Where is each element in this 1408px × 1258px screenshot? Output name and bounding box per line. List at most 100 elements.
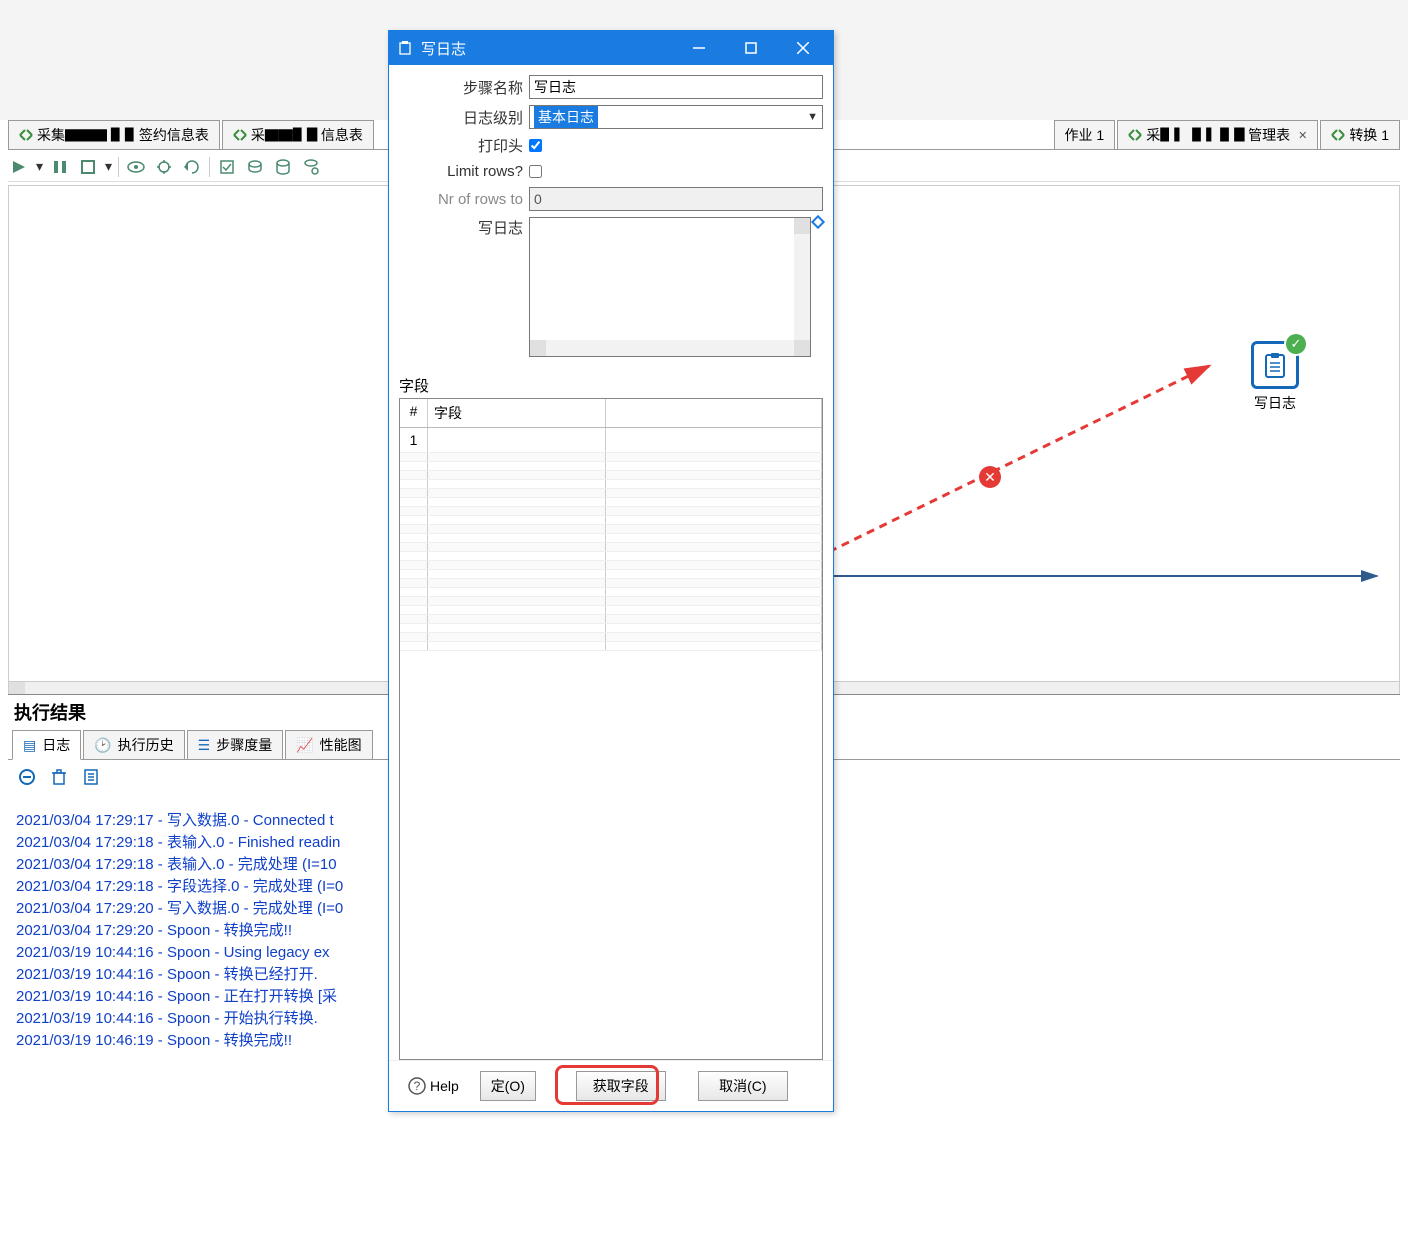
clear-log-icon[interactable] <box>48 766 70 788</box>
nr-rows-label: Nr of rows to <box>399 191 529 208</box>
preview-icon[interactable] <box>125 156 147 178</box>
tab-step-metrics[interactable]: ☰ 步骤度量 <box>187 730 284 759</box>
debug-icon[interactable] <box>153 156 175 178</box>
tab-item-5[interactable]: 转换 1 <box>1320 120 1400 149</box>
get-fields-label: 获取字段 <box>593 1078 649 1094</box>
variable-helper-icon[interactable] <box>811 215 825 229</box>
chevron-down-icon: ▼ <box>807 111 818 123</box>
table-row[interactable] <box>400 498 822 507</box>
dialog-title-bar[interactable]: 写日志 <box>389 31 833 65</box>
tab-label: 采▋▍ ▋▍▋▊管理表 <box>1146 125 1290 145</box>
table-row[interactable] <box>400 570 822 579</box>
tab-log[interactable]: ▤ 日志 <box>12 730 81 760</box>
transform-icon <box>19 128 33 142</box>
table-row[interactable] <box>400 453 822 462</box>
table-row[interactable] <box>400 471 822 480</box>
log-level-value: 基本日志 <box>534 106 598 128</box>
limit-rows-checkbox[interactable] <box>529 165 542 178</box>
step-write-log[interactable]: ✓ 写日志 <box>1251 341 1299 413</box>
table-row[interactable] <box>400 579 822 588</box>
table-row[interactable] <box>400 480 822 489</box>
nr-rows-input[interactable] <box>529 187 823 211</box>
minimize-button[interactable] <box>677 31 721 65</box>
table-row[interactable] <box>400 462 822 471</box>
metrics-icon: ☰ <box>198 737 211 754</box>
table-row[interactable] <box>400 516 822 525</box>
write-log-textarea[interactable] <box>529 217 811 357</box>
step-label: 写日志 <box>1251 393 1299 413</box>
tab-history[interactable]: 🕑 执行历史 <box>83 730 184 759</box>
history-icon: 🕑 <box>94 737 111 754</box>
textarea-vertical-scrollbar[interactable] <box>794 218 810 340</box>
row-number: 1 <box>400 428 428 452</box>
table-row[interactable] <box>400 624 822 633</box>
table-row[interactable] <box>400 543 822 552</box>
step-name-label: 步骤名称 <box>399 77 529 98</box>
log-level-select[interactable]: 基本日志 ▼ <box>529 105 823 129</box>
col-num-header: # <box>400 399 428 427</box>
run-icon[interactable] <box>8 156 30 178</box>
ok-button[interactable]: 定(O) <box>480 1071 536 1101</box>
table-row[interactable] <box>400 615 822 624</box>
sql-icon[interactable] <box>272 156 294 178</box>
tab-label: 性能图 <box>320 735 362 755</box>
log-icon: ▤ <box>23 737 36 754</box>
svg-text:?: ? <box>414 1079 421 1093</box>
transform-icon <box>233 128 247 142</box>
tab-item-2[interactable]: 采▇▇▋▊信息表 <box>222 120 374 149</box>
log-settings-icon[interactable] <box>80 766 102 788</box>
get-fields-button[interactable]: 获取字段 <box>576 1071 666 1101</box>
table-row[interactable] <box>400 588 822 597</box>
step-name-input[interactable] <box>529 75 823 99</box>
print-header-checkbox[interactable] <box>529 139 542 152</box>
fields-grid-header: # 字段 <box>400 399 822 428</box>
clipboard-icon <box>1261 351 1289 379</box>
table-row[interactable]: 1 <box>400 428 822 453</box>
verify-icon[interactable] <box>216 156 238 178</box>
tab-label: 步骤度量 <box>216 735 272 755</box>
help-button[interactable]: ? Help <box>399 1072 468 1100</box>
dialog-title: 写日志 <box>421 38 669 59</box>
col-field-header: 字段 <box>428 399 606 427</box>
close-icon[interactable]: ✕ <box>1298 129 1307 142</box>
stop-log-icon[interactable] <box>16 766 38 788</box>
transform-icon <box>1331 128 1345 142</box>
hop-normal-arrow <box>797 566 1397 596</box>
tab-perf-graph[interactable]: 📈 性能图 <box>285 730 372 759</box>
stop-icon[interactable] <box>77 156 99 178</box>
maximize-button[interactable] <box>729 31 773 65</box>
table-row[interactable] <box>400 552 822 561</box>
step-ok-badge: ✓ <box>1286 334 1306 354</box>
table-row[interactable] <box>400 561 822 570</box>
table-row[interactable] <box>400 642 822 651</box>
table-row[interactable] <box>400 507 822 516</box>
fields-grid[interactable]: # 字段 1 <box>399 398 823 1060</box>
tab-item-1[interactable]: 采集▇▇▇ ▋▋签约信息表 <box>8 120 220 149</box>
perf-icon: 📈 <box>296 737 313 754</box>
log-level-label: 日志级别 <box>399 107 529 128</box>
fields-section-label: 字段 <box>399 375 823 396</box>
ok-label: 定(O) <box>491 1078 525 1094</box>
textarea-horizontal-scrollbar[interactable] <box>530 340 810 356</box>
fields-grid-body[interactable]: 1 <box>400 428 822 1059</box>
tab-item-4[interactable]: 采▋▍ ▋▍▋▊管理表 ✕ <box>1117 120 1318 149</box>
table-row[interactable] <box>400 534 822 543</box>
tab-label: 采▇▇▋▊信息表 <box>251 125 363 145</box>
explore-db-icon[interactable] <box>300 156 322 178</box>
cancel-button[interactable]: 取消(C) <box>698 1071 788 1101</box>
table-row[interactable] <box>400 633 822 642</box>
tab-item-3[interactable]: 作业 1 <box>1054 120 1116 149</box>
help-label: Help <box>430 1078 459 1094</box>
replay-icon[interactable] <box>181 156 203 178</box>
table-row[interactable] <box>400 606 822 615</box>
row-field[interactable] <box>428 428 606 452</box>
impact-icon[interactable] <box>244 156 266 178</box>
pause-icon[interactable] <box>49 156 71 178</box>
dialog-button-bar: ? Help 定(O) 获取字段 取消(C) <box>389 1060 833 1111</box>
hop-error-badge: ✕ <box>979 466 1001 488</box>
table-row[interactable] <box>400 489 822 498</box>
table-row[interactable] <box>400 597 822 606</box>
close-button[interactable] <box>781 31 825 65</box>
table-row[interactable] <box>400 525 822 534</box>
write-log-dialog: 写日志 步骤名称 日志级别 基本日志 ▼ 打印头 Limit rows? Nr … <box>388 30 834 1112</box>
